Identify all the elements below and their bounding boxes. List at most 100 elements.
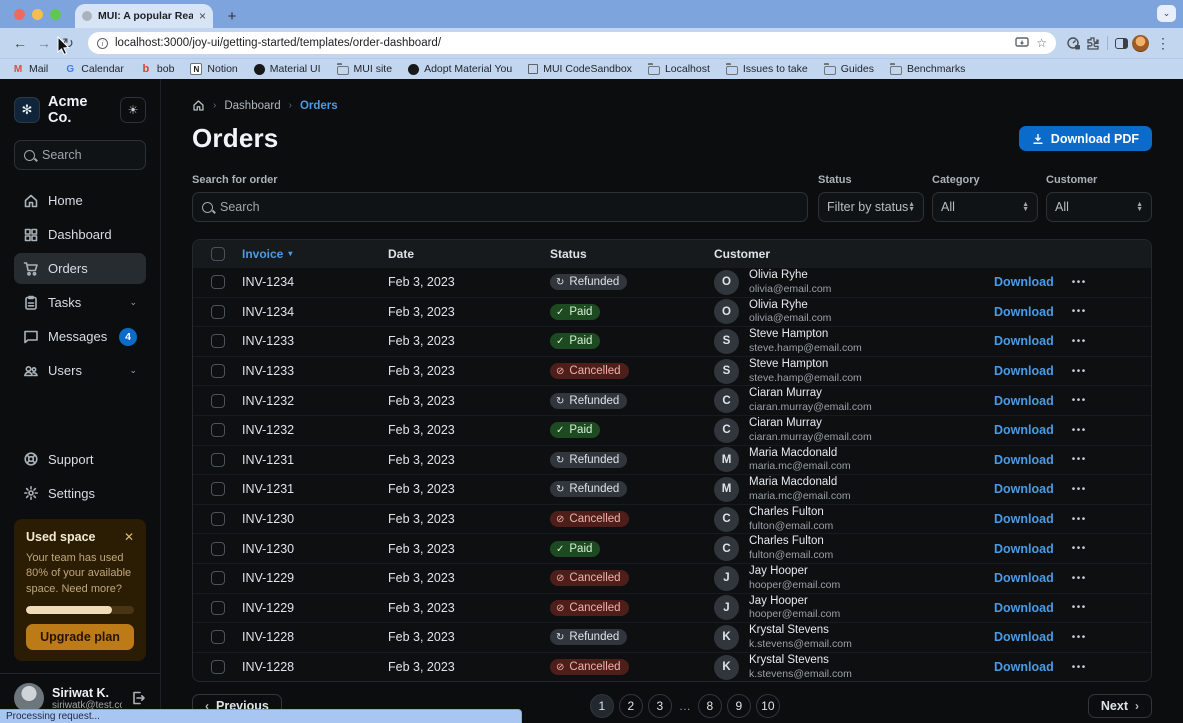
bookmark-item[interactable]: Mail <box>12 63 48 75</box>
bookmark-item[interactable]: MUI site <box>337 63 393 75</box>
new-tab-button[interactable]: + <box>221 5 243 27</box>
bookmark-item[interactable]: Calendar <box>64 63 124 75</box>
next-page-button[interactable]: Next › <box>1088 694 1152 718</box>
row-checkbox[interactable] <box>211 394 225 408</box>
row-checkbox[interactable] <box>211 660 225 674</box>
minimize-window-button[interactable] <box>32 9 43 20</box>
download-link[interactable]: Download <box>994 601 1054 615</box>
download-link[interactable]: Download <box>994 334 1054 348</box>
row-checkbox[interactable] <box>211 364 225 378</box>
download-link[interactable]: Download <box>994 512 1054 526</box>
order-search-input[interactable]: Search <box>192 192 808 222</box>
row-checkbox[interactable] <box>211 512 225 526</box>
sidebar-item-tasks[interactable]: Tasks ⌄ <box>14 287 146 318</box>
reload-icon[interactable]: ↻ <box>58 35 78 52</box>
download-pdf-button[interactable]: Download PDF <box>1019 126 1152 151</box>
sidebar-item-dashboard[interactable]: Dashboard <box>14 219 146 250</box>
download-link[interactable]: Download <box>994 571 1054 585</box>
download-link[interactable]: Download <box>994 423 1054 437</box>
page-number-button[interactable]: 3 <box>648 694 672 718</box>
more-options-icon[interactable]: ••• <box>1072 336 1087 347</box>
logout-icon[interactable] <box>130 690 146 706</box>
download-link[interactable]: Download <box>994 394 1054 408</box>
page-number-button[interactable]: 9 <box>727 694 751 718</box>
browser-profile-avatar[interactable] <box>1132 35 1149 52</box>
breadcrumb-dashboard[interactable]: Dashboard <box>224 100 280 112</box>
status-filter-select[interactable]: Filter by status ▲▼ <box>818 192 924 222</box>
customer-filter-select[interactable]: All ▲▼ <box>1046 192 1152 222</box>
install-app-icon[interactable] <box>1015 37 1029 49</box>
row-checkbox[interactable] <box>211 423 225 437</box>
row-checkbox[interactable] <box>211 453 225 467</box>
zoom-window-button[interactable] <box>50 9 61 20</box>
close-window-button[interactable] <box>14 9 25 20</box>
more-options-icon[interactable]: ••• <box>1072 306 1087 317</box>
sidebar-search-input[interactable]: Search <box>14 140 146 170</box>
bookmark-item[interactable]: Issues to take <box>726 63 808 75</box>
sidebar-item-messages[interactable]: Messages 4 <box>14 321 146 352</box>
more-options-icon[interactable]: ••• <box>1072 543 1087 554</box>
category-filter-select[interactable]: All ▲▼ <box>932 192 1038 222</box>
more-options-icon[interactable]: ••• <box>1072 366 1087 377</box>
upgrade-plan-button[interactable]: Upgrade plan <box>26 624 134 650</box>
bookmark-item[interactable]: Notion <box>190 63 237 75</box>
bookmark-item[interactable]: Benchmarks <box>890 63 965 75</box>
sidebar-item-users[interactable]: Users ⌄ <box>14 355 146 386</box>
address-bar[interactable]: i localhost:3000/joy-ui/getting-started/… <box>88 32 1056 54</box>
page-number-button[interactable]: … <box>677 694 693 718</box>
bookmark-item[interactable]: MUI CodeSandbox <box>528 63 632 75</box>
tab-close-icon[interactable]: × <box>199 10 206 22</box>
url-text[interactable]: localhost:3000/joy-ui/getting-started/te… <box>115 37 1008 49</box>
bookmark-item[interactable]: Guides <box>824 63 874 75</box>
home-icon[interactable] <box>192 99 205 112</box>
back-icon[interactable]: ← <box>10 35 30 51</box>
forward-icon[interactable]: → <box>34 35 54 51</box>
site-info-icon[interactable]: i <box>97 38 108 49</box>
browser-tab[interactable]: MUI: A popular React UI fram × <box>75 4 213 28</box>
page-number-button[interactable]: 2 <box>619 694 643 718</box>
download-link[interactable]: Download <box>994 453 1054 467</box>
row-checkbox[interactable] <box>211 542 225 556</box>
bookmark-item[interactable]: Localhost <box>648 63 710 75</box>
row-checkbox[interactable] <box>211 334 225 348</box>
more-options-icon[interactable]: ••• <box>1072 573 1087 584</box>
row-checkbox[interactable] <box>211 630 225 644</box>
row-checkbox[interactable] <box>211 305 225 319</box>
side-panel-icon[interactable] <box>1115 38 1128 49</box>
sidebar-item-orders[interactable]: Orders <box>14 253 146 284</box>
download-link[interactable]: Download <box>994 364 1054 378</box>
download-link[interactable]: Download <box>994 305 1054 319</box>
bookmark-item[interactable]: Adopt Material You <box>408 63 512 75</box>
more-options-icon[interactable]: ••• <box>1072 454 1087 465</box>
row-checkbox[interactable] <box>211 482 225 496</box>
page-number-button[interactable]: 8 <box>698 694 722 718</box>
download-link[interactable]: Download <box>994 630 1054 644</box>
invoice-column-header[interactable]: Invoice ▾ <box>242 247 388 261</box>
page-number-button[interactable]: 10 <box>756 694 780 718</box>
more-options-icon[interactable]: ••• <box>1072 632 1087 643</box>
theme-toggle-button[interactable]: ☀ <box>120 97 146 123</box>
more-options-icon[interactable]: ••• <box>1072 395 1087 406</box>
download-link[interactable]: Download <box>994 482 1054 496</box>
bookmark-star-icon[interactable]: ☆ <box>1036 36 1047 50</box>
extensions-puzzle-icon[interactable] <box>1085 36 1100 51</box>
sidebar-item-home[interactable]: Home <box>14 185 146 216</box>
bookmark-item[interactable]: bob <box>140 63 175 75</box>
sidebar-item-support[interactable]: Support <box>14 444 146 475</box>
more-options-icon[interactable]: ••• <box>1072 277 1087 288</box>
more-options-icon[interactable]: ••• <box>1072 514 1087 525</box>
row-checkbox[interactable] <box>211 571 225 585</box>
performance-extension-icon[interactable] <box>1066 36 1081 51</box>
download-link[interactable]: Download <box>994 660 1054 674</box>
download-link[interactable]: Download <box>994 275 1054 289</box>
row-checkbox[interactable] <box>211 275 225 289</box>
download-link[interactable]: Download <box>994 542 1054 556</box>
more-options-icon[interactable]: ••• <box>1072 484 1087 495</box>
row-checkbox[interactable] <box>211 601 225 615</box>
more-options-icon[interactable]: ••• <box>1072 662 1087 673</box>
page-number-button[interactable]: 1 <box>590 694 614 718</box>
more-options-icon[interactable]: ••• <box>1072 425 1087 436</box>
tab-search-chevron-icon[interactable]: ⌄ <box>1157 5 1176 22</box>
browser-menu-icon[interactable]: ⋮ <box>1153 35 1173 52</box>
bookmark-item[interactable]: Material UI <box>254 63 321 75</box>
